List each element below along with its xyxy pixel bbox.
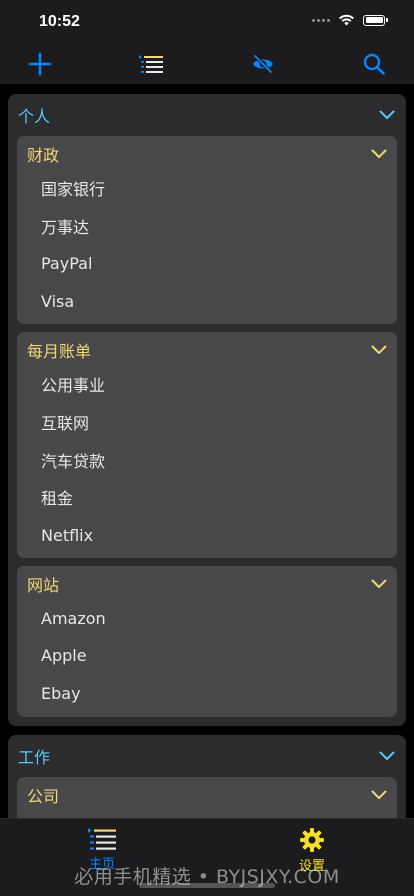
- chevron-down-icon: [371, 790, 387, 799]
- outline-list-button[interactable]: [135, 48, 167, 80]
- group-header-personal[interactable]: 个人: [17, 102, 397, 128]
- chevron-down-icon: [371, 345, 387, 355]
- status-bar: 10:52: [0, 0, 414, 44]
- list-item[interactable]: Netflix: [17, 516, 397, 554]
- subgroup-header-websites[interactable]: 网站: [17, 573, 397, 595]
- wifi-icon: [339, 14, 354, 26]
- subgroup-title: 每月账单: [27, 342, 92, 362]
- list-item[interactable]: 国家银行: [17, 169, 397, 207]
- chevron-down-icon: [371, 149, 387, 158]
- top-toolbar: [0, 44, 414, 84]
- plus-icon: [28, 52, 52, 76]
- list-item[interactable]: Apple: [17, 637, 397, 675]
- subgroup-header-company[interactable]: 公司: [17, 784, 397, 806]
- search-icon: [363, 53, 385, 75]
- chevron-down-icon: [371, 579, 387, 589]
- subgroup-monthly-bills: 每月账单 公用事业 互联网 汽车贷款 租金 Netflix: [17, 332, 397, 559]
- list-item[interactable]: Ebay: [17, 675, 397, 713]
- subgroup-header-monthly-bills[interactable]: 每月账单: [17, 339, 397, 361]
- group-personal: 个人 财政 国家银行 万事达 PayPal Visa 每月账单 公用事业 互联网…: [8, 94, 406, 726]
- list-item[interactable]: 公用事业: [17, 365, 397, 403]
- list-icon: [139, 55, 163, 73]
- list-item[interactable]: 汽车贷款: [17, 441, 397, 479]
- battery-tip: [386, 18, 388, 22]
- toggle-visibility-button[interactable]: [247, 48, 279, 80]
- list-item[interactable]: PayPal: [17, 245, 397, 283]
- status-time: 10:52: [39, 13, 80, 30]
- group-header-work[interactable]: 工作: [17, 743, 397, 769]
- subgroup-header-finance[interactable]: 财政: [17, 143, 397, 165]
- app-screen: 10:52 个人 财政 国家银行 万事达 PayPal Visa 每月账单 公用…: [0, 0, 414, 896]
- eye-slash-icon: [253, 54, 273, 74]
- subgroup-websites: 网站 Amazon Apple Ebay: [17, 566, 397, 717]
- subgroup-title: 公司: [27, 786, 60, 806]
- chevron-down-icon: [379, 110, 395, 119]
- list-item[interactable]: Amazon: [17, 599, 397, 637]
- list-item[interactable]: Visa: [17, 282, 397, 320]
- gear-icon: [300, 828, 324, 852]
- search-button[interactable]: [358, 48, 390, 80]
- subgroup-title: 网站: [27, 576, 60, 596]
- list-item[interactable]: 租金: [17, 479, 397, 517]
- folder-list: 个人 财政 国家银行 万事达 PayPal Visa 每月账单 公用事业 互联网…: [8, 94, 406, 869]
- group-title: 工作: [18, 747, 51, 767]
- home-indicator: [139, 883, 275, 888]
- add-button[interactable]: [24, 48, 56, 80]
- signal-icon: [312, 18, 330, 22]
- chevron-down-icon: [379, 751, 395, 760]
- group-title: 个人: [18, 107, 51, 126]
- list-item[interactable]: 互联网: [17, 403, 397, 441]
- subgroup-finance: 财政 国家银行 万事达 PayPal Visa: [17, 136, 397, 325]
- status-icons: [312, 14, 388, 26]
- list-item[interactable]: 万事达: [17, 207, 397, 245]
- list-icon: [88, 828, 116, 850]
- battery-icon: [363, 14, 385, 26]
- subgroup-title: 财政: [27, 146, 60, 165]
